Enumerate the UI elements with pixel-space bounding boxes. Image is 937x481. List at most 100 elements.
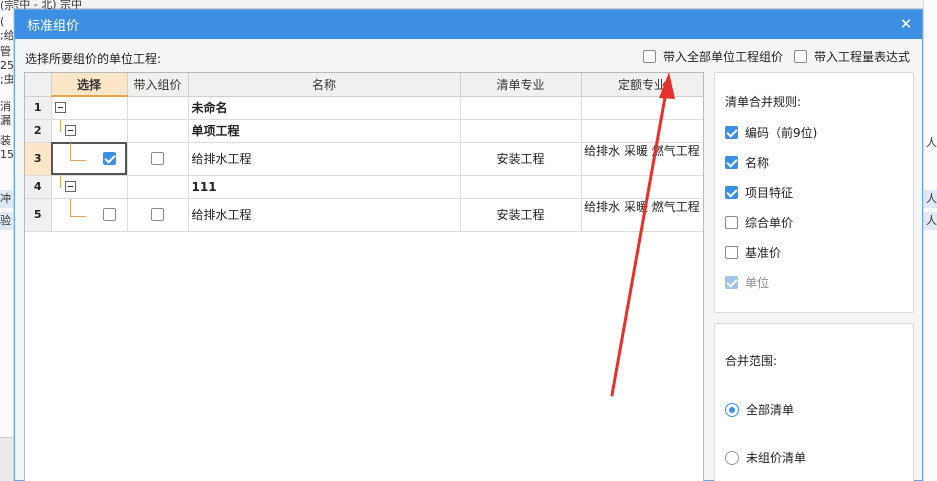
tree-connector xyxy=(59,119,61,132)
bring-pricing-cell xyxy=(127,198,189,232)
merge-rule-label: 名称 xyxy=(745,156,770,170)
select-units-prompt: 选择所要组价的单位工程: xyxy=(25,52,162,66)
tree-cell xyxy=(51,96,128,120)
merge-rule-base-price[interactable]: 基准价 xyxy=(725,244,781,261)
table-row[interactable]: 4 111 xyxy=(25,175,703,199)
background-top-strip: (宗中 - 北) 宗中 xyxy=(4,0,923,11)
bring-all-units-label: 带入全部单位工程组价 xyxy=(663,50,784,64)
unit-project-grid: 选择 带入组价 名称 清单专业 定额专业 1 未命名 2 单项工程 3 给排水工… xyxy=(24,72,704,481)
bg-left-scroll-area xyxy=(0,437,13,481)
bring-pricing-cell xyxy=(127,175,189,199)
background-right-strip: 人工 人工 人工 xyxy=(923,0,937,481)
bg-left-text: 15 xyxy=(0,148,14,161)
merge-rule-features[interactable]: 项目特征 xyxy=(725,184,793,201)
tree-cell xyxy=(51,119,128,143)
merge-rule-unit: 单位 xyxy=(725,274,769,291)
column-header-quota-specialty[interactable]: 定额专业 xyxy=(581,73,703,97)
bg-left-text: ;虫 xyxy=(0,73,14,86)
bg-right-text: 人工 xyxy=(926,192,937,205)
list-specialty: 安装工程 xyxy=(460,198,582,232)
merge-rules-title: 清单合并规则: xyxy=(725,95,802,109)
table-row[interactable]: 1 未命名 xyxy=(25,96,703,120)
list-specialty: 安装工程 xyxy=(460,142,582,176)
table-row[interactable]: 2 单项工程 xyxy=(25,119,703,143)
column-header-name[interactable]: 名称 xyxy=(188,73,461,97)
collapse-icon[interactable] xyxy=(64,180,76,192)
column-header-bring-pricing[interactable]: 带入组价 xyxy=(127,73,189,97)
merge-rule-checkbox[interactable] xyxy=(725,246,738,259)
select-unit-checkbox[interactable] xyxy=(102,151,116,165)
scope-unpriced-lists[interactable]: 未组价清单 xyxy=(725,449,806,466)
bring-all-units-option[interactable]: 带入全部单位工程组价 xyxy=(643,48,783,65)
scope-label: 全部清单 xyxy=(746,403,795,417)
quota-specialty xyxy=(581,175,703,199)
bring-quantity-expr-label: 带入工程量表达式 xyxy=(814,50,911,64)
tree-connector xyxy=(69,198,71,216)
scope-all-lists[interactable]: 全部清单 xyxy=(725,401,794,418)
merge-rule-checkbox[interactable] xyxy=(725,156,738,169)
scope-radio[interactable] xyxy=(725,450,739,465)
collapse-icon[interactable] xyxy=(64,124,76,136)
row-number: 3 xyxy=(25,142,52,176)
bg-left-text: ;给 xyxy=(0,29,14,42)
bring-pricing-checkbox[interactable] xyxy=(150,207,164,221)
merge-rule-name[interactable]: 名称 xyxy=(725,154,769,171)
bg-right-text: 人工 xyxy=(926,214,937,227)
project-name: 给排水工程 xyxy=(188,198,461,232)
column-header-select[interactable]: 选择 xyxy=(51,73,128,97)
bg-left-text: 漏 xyxy=(0,114,11,127)
row-number: 1 xyxy=(25,96,52,120)
bring-pricing-checkbox[interactable] xyxy=(150,151,164,165)
scope-radio[interactable] xyxy=(725,402,739,417)
merge-rule-checkbox[interactable] xyxy=(725,216,738,229)
bring-quantity-expr-checkbox[interactable] xyxy=(794,50,807,63)
bring-all-units-checkbox[interactable] xyxy=(643,50,656,63)
bg-left-text: 管 xyxy=(0,45,11,58)
merge-rule-label: 基准价 xyxy=(745,246,782,260)
project-name: 给排水工程 xyxy=(188,142,461,176)
tree-connector xyxy=(59,175,61,188)
row-number: 5 xyxy=(25,198,52,232)
collapse-icon[interactable] xyxy=(54,102,66,113)
project-name: 单项工程 xyxy=(188,119,461,143)
close-icon[interactable]: ✕ xyxy=(896,14,916,34)
merge-rules-panel: 清单合并规则: 编码（前9位) 名称 项目特征 综合单价 基准价 单位 xyxy=(714,72,914,313)
merge-rule-label: 编码（前9位) xyxy=(745,126,818,140)
quota-specialty xyxy=(581,96,703,120)
table-row[interactable]: 5 给排水工程 安装工程 给排水 采暖 燃气工程 xyxy=(25,198,703,232)
bring-quantity-expr-option[interactable]: 带入工程量表达式 xyxy=(794,48,910,65)
bg-left-text: 验 xyxy=(0,214,11,227)
tree-connector xyxy=(69,159,86,161)
tree-connector xyxy=(69,142,71,160)
merge-rule-label: 综合单价 xyxy=(745,216,794,230)
quota-specialty xyxy=(581,119,703,143)
scope-label: 未组价清单 xyxy=(746,451,807,465)
project-name: 未命名 xyxy=(188,96,461,120)
select-unit-checkbox[interactable] xyxy=(102,207,116,221)
merge-rule-checkbox[interactable] xyxy=(725,186,738,199)
list-specialty xyxy=(460,175,582,199)
bg-left-text: 装 xyxy=(0,134,11,147)
merge-rule-label: 项目特征 xyxy=(745,186,794,200)
bg-left-text: 25 xyxy=(0,59,14,72)
merge-rule-unit-price[interactable]: 综合单价 xyxy=(725,214,793,231)
row-number: 2 xyxy=(25,119,52,143)
dialog-title: 标准组价 xyxy=(27,19,80,34)
list-specialty xyxy=(460,119,582,143)
dialog-titlebar[interactable]: 标准组价 ✕ xyxy=(15,10,922,39)
bring-pricing-cell xyxy=(127,96,189,120)
bg-left-text: 冲 xyxy=(0,192,11,205)
quota-specialty: 给排水 采暖 燃气工程 xyxy=(581,198,703,232)
tree-cell xyxy=(51,198,128,232)
row-number: 4 xyxy=(25,175,52,199)
merge-rule-code[interactable]: 编码（前9位) xyxy=(725,124,817,141)
project-name: 111 xyxy=(188,175,461,199)
tree-cell xyxy=(51,175,128,199)
merge-scope-panel: 合并范围: 全部清单 未组价清单 xyxy=(714,323,914,481)
bring-pricing-cell xyxy=(127,119,189,143)
column-header-list-specialty[interactable]: 清单专业 xyxy=(460,73,582,97)
table-row[interactable]: 3 给排水工程 安装工程 给排水 采暖 燃气工程 xyxy=(25,142,703,176)
merge-rule-checkbox[interactable] xyxy=(725,126,738,139)
tree-cell[interactable] xyxy=(51,142,128,176)
column-header-rownum xyxy=(25,73,52,97)
